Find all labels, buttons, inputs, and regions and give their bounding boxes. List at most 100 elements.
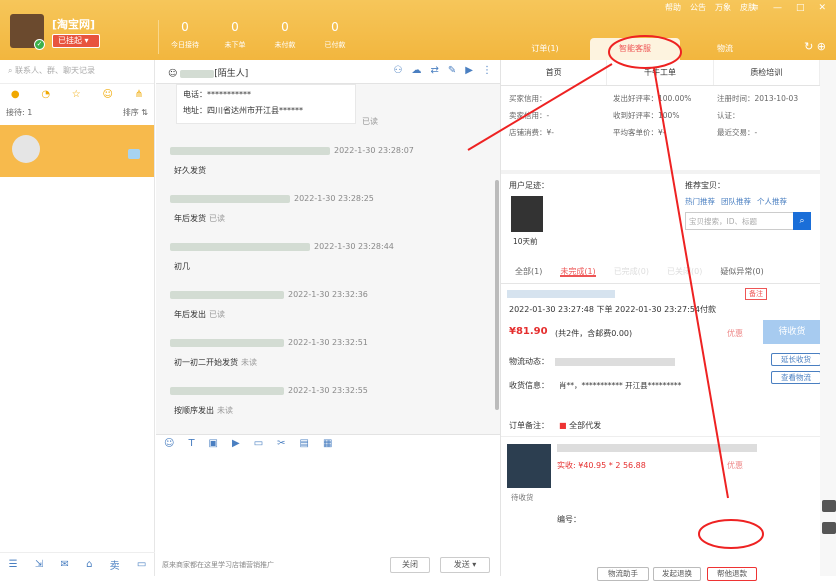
contact-search[interactable]: ⌕ 联系人、群、聊天记录: [0, 60, 154, 84]
subtab-workorder[interactable]: 千牛工单: [607, 60, 714, 85]
search-button-icon[interactable]: ⌕: [793, 212, 811, 230]
extend-receipt-button[interactable]: 延长收货: [771, 353, 821, 366]
recent-chat-icon[interactable]: ●: [11, 89, 20, 100]
item-code: 编号：: [557, 515, 581, 524]
order-tab-abnormal[interactable]: 疑似异常(0): [720, 266, 763, 277]
subtab-home[interactable]: 首页: [501, 60, 608, 85]
window-icon[interactable]: ▭: [137, 559, 146, 570]
stat-unordered[interactable]: 0 未下单: [210, 20, 260, 50]
maximize-icon[interactable]: □: [796, 3, 805, 13]
chat-panel: ☺ [陌生人] ⚇ ☁ ⇄ ✎ ▶ ⋮ 电话：*********** 地址：四川省达州市开…: [156, 60, 500, 576]
save-icon[interactable]: ▦: [323, 438, 332, 451]
menu-wanxiang[interactable]: 万象: [715, 2, 731, 13]
chat-contact-label: [陌生人]: [214, 69, 249, 79]
tab-logistics[interactable]: 物流: [680, 38, 770, 60]
return-exchange-button[interactable]: 发起退换: [653, 567, 701, 581]
item-discount[interactable]: 优惠: [727, 460, 743, 471]
minimize-icon[interactable]: —: [773, 3, 782, 13]
good-rate-out: 发出好评率：100.00%: [613, 94, 692, 103]
mail-icon[interactable]: ✉: [60, 559, 68, 570]
order-tab-all[interactable]: 全部(1): [515, 266, 542, 277]
order-tab-done[interactable]: 已完成(0): [614, 266, 649, 277]
folder-icon[interactable]: ▭: [254, 438, 263, 451]
customer-info: 买家信用： 卖家信用：- 店铺消费：¥- 发出好评率：100.00% 收到好评率：10…: [501, 86, 820, 170]
tab-orders[interactable]: 订单(1): [500, 38, 590, 60]
refresh-icon[interactable]: ↻ ⊕: [804, 40, 826, 53]
order-card: 备注 2022-01-30 23:27:48 下单 2022-01-30 23:…: [501, 284, 821, 581]
contact-item[interactable]: [0, 125, 154, 177]
sell-icon[interactable]: 卖: [110, 557, 120, 572]
product-thumb[interactable]: [507, 444, 551, 488]
menu-help[interactable]: 帮助: [665, 2, 681, 13]
emoji-icon[interactable]: ☺: [164, 438, 174, 451]
transfer-icon[interactable]: ⇄: [431, 65, 439, 76]
close-icon[interactable]: ✕: [818, 3, 826, 13]
video-icon[interactable]: ▶: [465, 65, 473, 76]
contact-avatar: [12, 135, 40, 163]
hot-recommend[interactable]: 热门推荐: [685, 196, 715, 207]
stat-unpaid[interactable]: 0 未付款: [260, 20, 310, 50]
chat-header: ☺ [陌生人] ⚇ ☁ ⇄ ✎ ▶ ⋮: [156, 60, 500, 84]
more-icon[interactable]: ⋮: [482, 65, 492, 76]
video-file-icon[interactable]: ▶: [232, 438, 240, 451]
msg-2-read: 已读: [209, 214, 225, 223]
chat-tool-icon[interactable]: [822, 500, 836, 512]
sort-button[interactable]: 排序 ⇅: [123, 107, 148, 118]
org-icon[interactable]: ⋔: [135, 89, 143, 100]
stat-paid[interactable]: 0 已付款: [310, 20, 360, 50]
settings-icon[interactable]: [822, 522, 836, 534]
add-user-icon[interactable]: ⚇: [394, 65, 403, 76]
menu-icon[interactable]: ≡: [751, 3, 759, 13]
image-icon[interactable]: ▣: [209, 438, 218, 451]
recommend-links: 热门推荐 团队推荐 个人推荐: [685, 196, 787, 207]
quick-phrase-icon[interactable]: ▤: [300, 438, 309, 451]
subtab-training[interactable]: 质检培训: [714, 60, 820, 85]
sub-tabs: 首页 千牛工单 质检培训: [501, 60, 820, 86]
personal-recommend[interactable]: 个人推荐: [757, 196, 787, 207]
recommend-search[interactable]: 宝贝搜索，ID、标题: [685, 212, 795, 230]
card-address: 地址：四川省达州市开江县******: [183, 106, 303, 115]
group-icon[interactable]: ☺: [103, 89, 113, 100]
right-tabs: 订单(1) 智能客服 物流: [500, 38, 770, 60]
share-icon[interactable]: ⇲: [35, 559, 43, 570]
item-status: 待收货: [511, 493, 534, 502]
edit-icon[interactable]: ✎: [448, 65, 456, 76]
menu-notice[interactable]: 公告: [690, 2, 706, 13]
history-icon[interactable]: ◔: [41, 89, 50, 100]
footprint-section: 用户足迹： 10天前 推荐宝贝： 热门推荐 团队推荐 个人推荐 宝贝搜索，ID、标题…: [501, 174, 821, 260]
team-recommend[interactable]: 团队推荐: [721, 196, 751, 207]
status-dropdown[interactable]: 已挂起 ▾: [52, 34, 100, 48]
order-tab-closed[interactable]: 已关闭(0): [667, 266, 702, 277]
refund-button[interactable]: 帮他退款: [707, 567, 757, 581]
side-toolbar: [820, 60, 836, 576]
close-button[interactable]: 关闭: [390, 557, 430, 573]
stat-today[interactable]: 0 今日接待: [160, 20, 210, 50]
scissors-icon[interactable]: ✂: [277, 438, 285, 451]
divider: [158, 20, 159, 54]
chat-scrollbar[interactable]: [495, 180, 499, 410]
card-read: 已读: [362, 117, 378, 126]
shop-icon[interactable]: ⌂: [86, 559, 92, 570]
font-icon[interactable]: T: [188, 438, 194, 451]
remark-value-text: 全部代发: [569, 421, 602, 430]
stat-today-label: 今日接待: [171, 41, 199, 49]
remark-label: 订单备注：: [509, 421, 549, 430]
remark-button[interactable]: 备注: [745, 288, 767, 300]
good-rate-in: 收到好评率：100%: [613, 111, 680, 120]
logistics-helper-button[interactable]: 物流助手: [597, 567, 649, 581]
order-tab-pending[interactable]: 未完成(1): [560, 266, 596, 277]
favorite-icon[interactable]: ☆: [72, 89, 81, 100]
chat-contact-name: ☺ [陌生人]: [168, 69, 249, 79]
chat-bubble-icon[interactable]: ☁: [412, 65, 422, 76]
discount-label[interactable]: 优惠: [727, 328, 743, 339]
recent-trade: 最近交易：-: [717, 128, 758, 137]
footprint-thumb[interactable]: [511, 196, 543, 232]
tab-smart-service[interactable]: 智能客服: [590, 38, 680, 60]
message-input[interactable]: 原来商家都在这里学习店铺营销推广 关闭 发送 ▾: [156, 454, 500, 576]
send-button[interactable]: 发送 ▾: [440, 557, 490, 573]
ad-text[interactable]: 原来商家都在这里学习店铺营销推广: [162, 560, 274, 570]
menu-lines-icon[interactable]: ☰: [9, 559, 18, 570]
stats-group: 0 今日接待 0 未下单 0 未付款 0 已付款: [160, 20, 360, 50]
search-placeholder: 联系人、群、聊天记录: [15, 66, 96, 75]
view-logistics-button[interactable]: 查看物流: [771, 371, 821, 384]
